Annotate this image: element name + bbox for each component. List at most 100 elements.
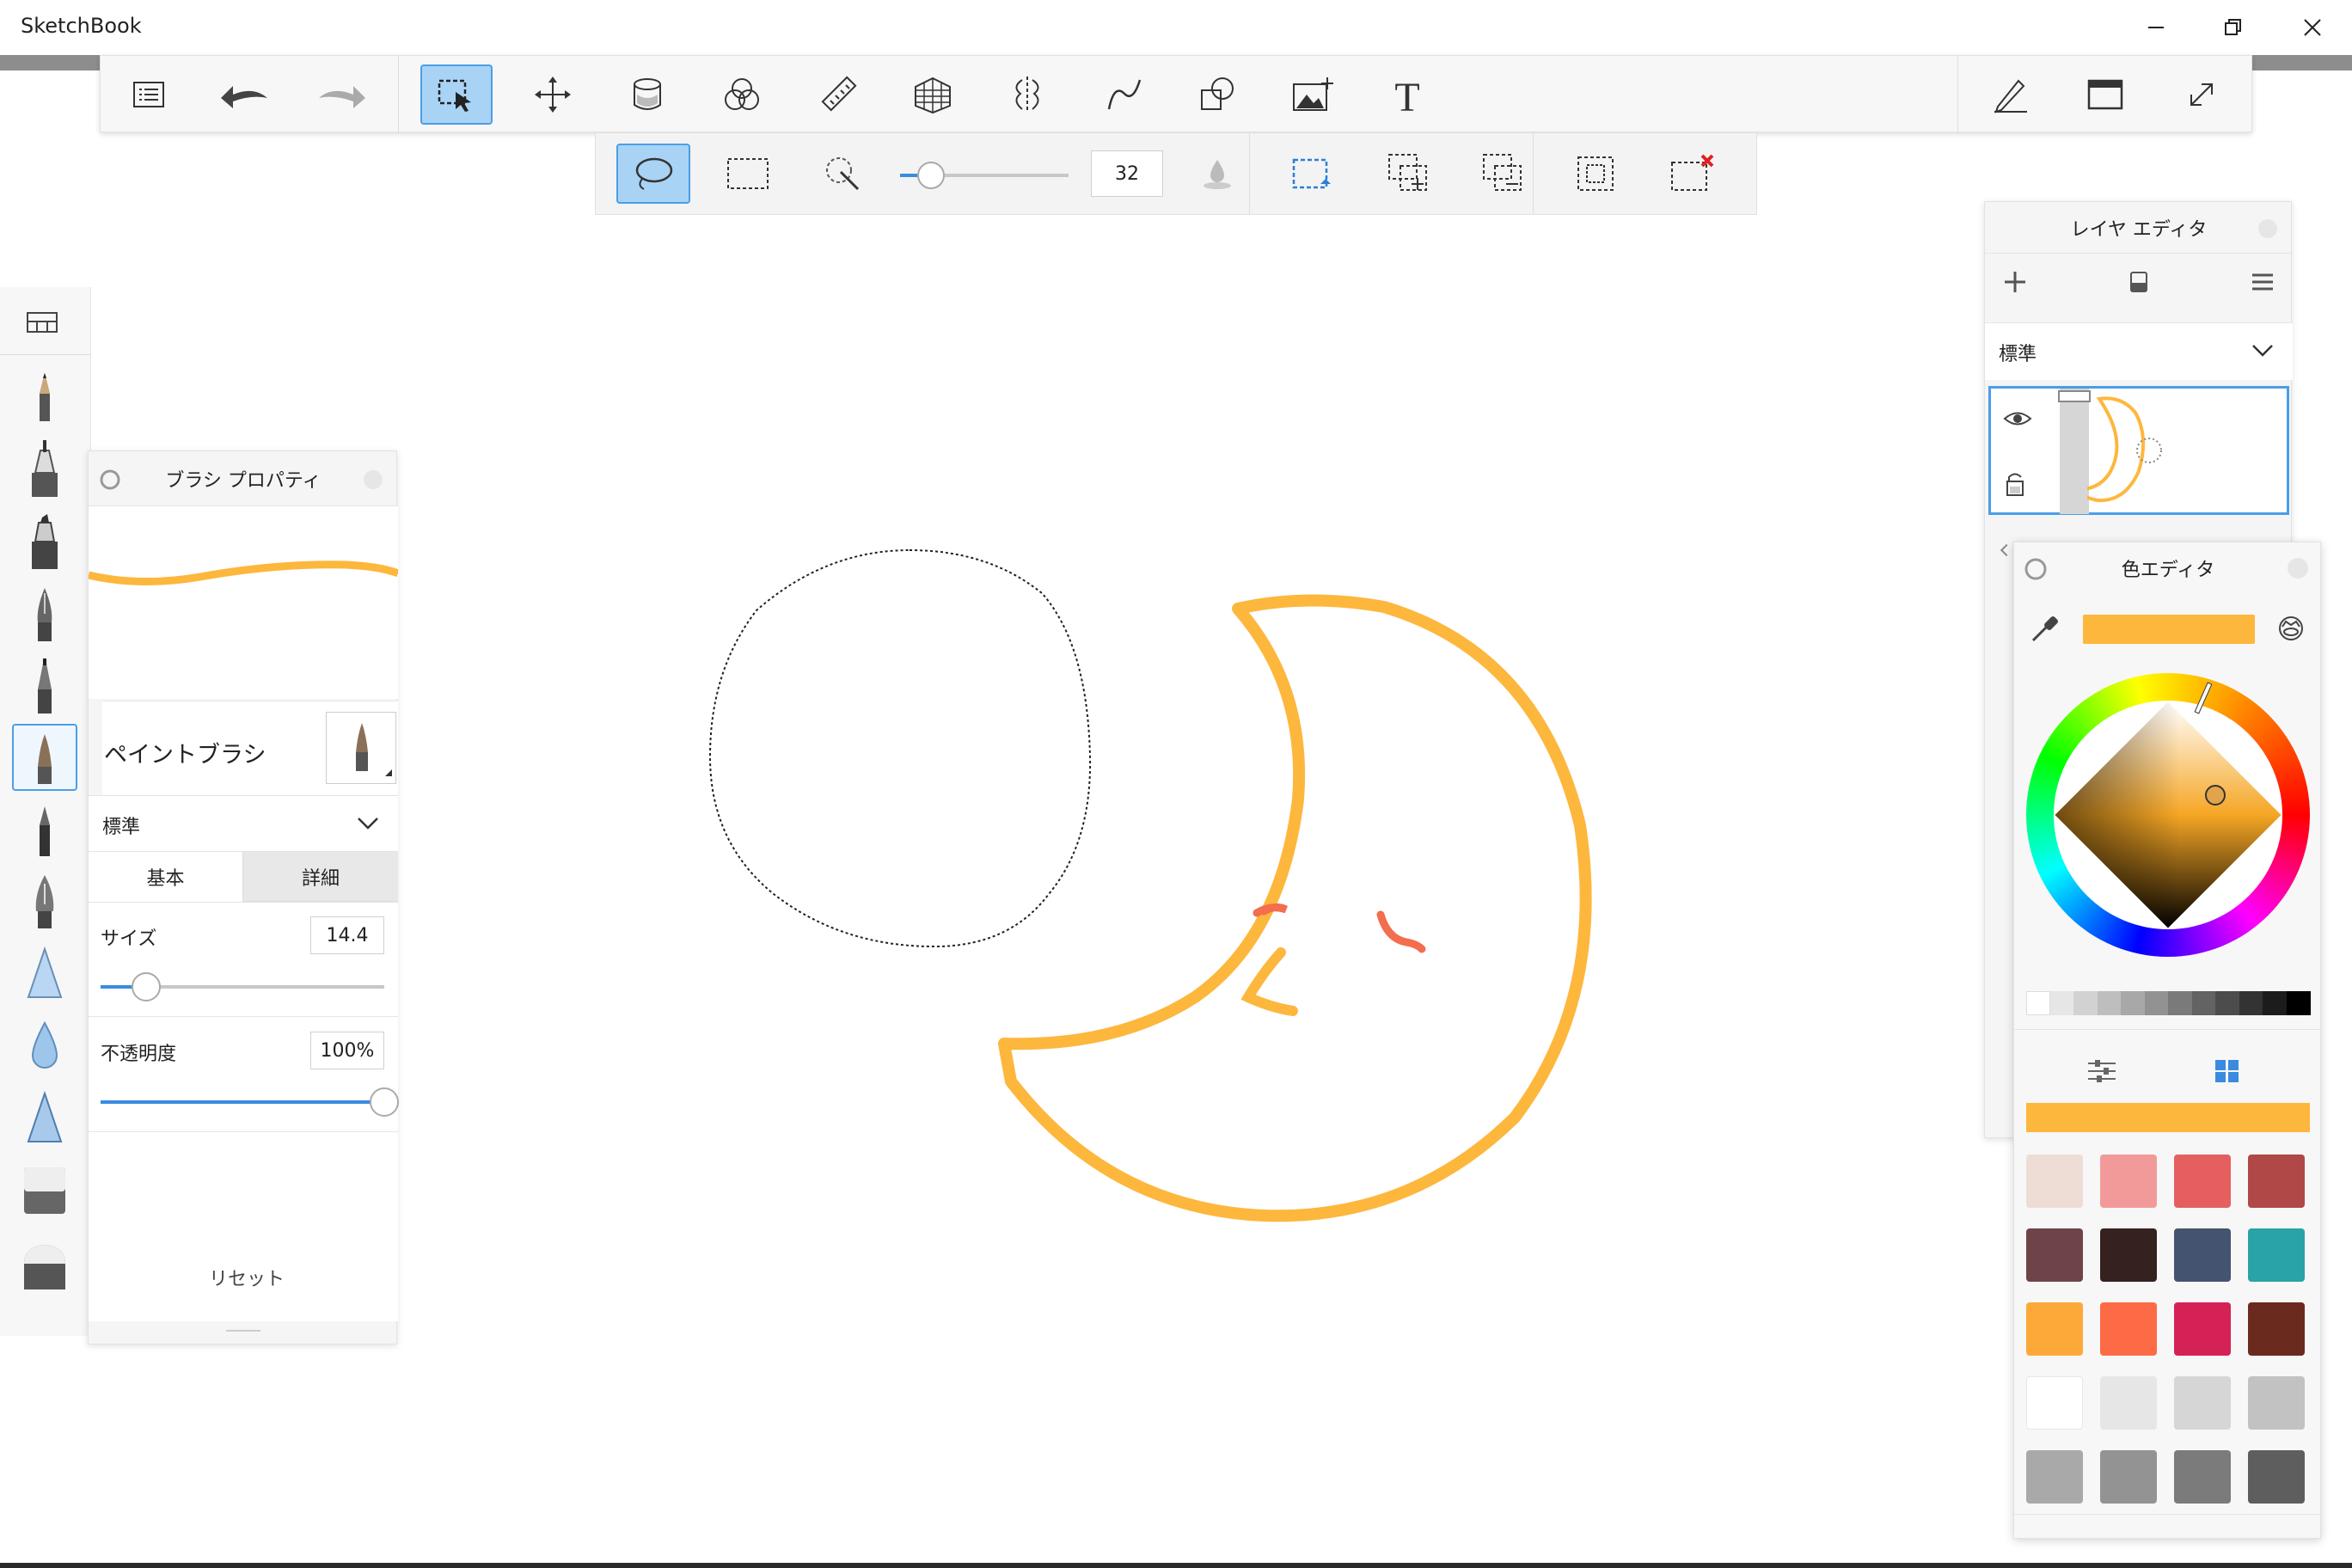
reset-button[interactable]: リセット xyxy=(209,1264,285,1291)
opacity-value-field[interactable]: 100% xyxy=(310,1032,384,1069)
canvas-bottom-border xyxy=(0,1563,2352,1568)
color-swatch[interactable] xyxy=(2100,1450,2157,1504)
hue-wheel[interactable] xyxy=(2026,673,2310,957)
size-value-field[interactable]: 14.4 xyxy=(310,916,384,954)
color-editor-panel: 色エディタ xyxy=(2013,542,2322,1539)
size-label: サイズ xyxy=(101,928,157,950)
swatches-view-icon[interactable] xyxy=(2212,1058,2241,1087)
size-slider-thumb[interactable] xyxy=(131,972,161,1001)
panel-close-icon[interactable] xyxy=(2257,217,2279,245)
gray-swatch[interactable] xyxy=(2239,991,2263,1015)
hard-airbrush-icon[interactable] xyxy=(12,1085,77,1152)
pencil-brush-icon[interactable] xyxy=(12,364,77,432)
gray-swatch[interactable] xyxy=(2215,991,2239,1015)
plus-icon[interactable] xyxy=(2002,269,2028,298)
color-swatch[interactable] xyxy=(2026,1376,2083,1430)
color-swatch[interactable] xyxy=(2248,1302,2305,1356)
ink-pen-icon[interactable] xyxy=(12,579,77,646)
color-swatch[interactable] xyxy=(2026,1228,2083,1282)
layer-merge-icon[interactable] xyxy=(2126,269,2152,298)
gray-swatch[interactable] xyxy=(2286,991,2311,1015)
brush-library-icon[interactable] xyxy=(26,309,60,339)
settings-divider xyxy=(89,1016,398,1017)
opacity-slider-thumb[interactable] xyxy=(370,1087,399,1117)
eyedropper-icon[interactable] xyxy=(2030,613,2061,647)
gray-swatch[interactable] xyxy=(2121,991,2145,1015)
current-color-swatch[interactable] xyxy=(2083,615,2255,644)
color-swatch[interactable] xyxy=(2026,1302,2083,1356)
layer-scroll-arrow[interactable] xyxy=(2000,543,2013,557)
chevron-down-icon xyxy=(2250,340,2275,364)
eye-visibility-icon[interactable] xyxy=(2003,409,2032,432)
color-panel-title: 色エディタ xyxy=(2121,560,2215,581)
color-swatch[interactable] xyxy=(2248,1450,2305,1504)
panel-close-icon[interactable] xyxy=(362,469,384,496)
moon-drawing xyxy=(998,594,1592,1222)
moon-mouth xyxy=(1240,947,1298,1016)
gray-swatch[interactable] xyxy=(2263,991,2287,1015)
panel-pin-icon[interactable] xyxy=(2023,556,2049,587)
water-drop-brush-icon[interactable] xyxy=(12,1013,77,1080)
color-swatch[interactable] xyxy=(2174,1450,2231,1504)
sliders-view-icon[interactable] xyxy=(2086,1058,2117,1087)
selected-color-bar xyxy=(2026,1103,2310,1132)
brush-panel-header: ブラシ プロパティ xyxy=(89,451,398,506)
gray-swatch[interactable] xyxy=(2144,991,2169,1015)
gray-swatch[interactable] xyxy=(2097,991,2122,1015)
color-swatch[interactable] xyxy=(2248,1155,2305,1208)
brush-thumbnail[interactable] xyxy=(326,712,396,784)
calligraphy-pen-icon[interactable] xyxy=(12,868,77,935)
airbrush-icon[interactable] xyxy=(12,940,77,1008)
color-puck-icon[interactable] xyxy=(2275,613,2306,647)
color-swatch[interactable] xyxy=(2100,1376,2157,1430)
layer-row[interactable] xyxy=(1988,386,2289,515)
sv-picker-handle[interactable] xyxy=(2205,785,2226,805)
color-swatch[interactable] xyxy=(2174,1302,2231,1356)
opacity-slider-fill xyxy=(101,1100,384,1104)
gray-swatch[interactable] xyxy=(2168,991,2192,1015)
lock-icon[interactable] xyxy=(2005,471,2025,500)
layer-thumbnail xyxy=(2087,396,2162,503)
layer-blend-dropdown[interactable]: 標準 xyxy=(1985,323,2293,380)
color-swatch[interactable] xyxy=(2174,1228,2231,1282)
brush-name: ペイントブラシ xyxy=(104,742,266,769)
layer-panel-header: レイヤ エディタ xyxy=(1985,202,2293,254)
brush-mode-value: 標準 xyxy=(102,817,141,838)
brush-name-row: ペイントブラシ xyxy=(102,701,398,795)
fine-liner-icon[interactable] xyxy=(12,796,77,863)
panel-pin-icon[interactable] xyxy=(99,469,121,496)
layer-opacity-handle[interactable] xyxy=(2058,390,2091,402)
settings-divider xyxy=(89,1131,398,1132)
panel-close-icon[interactable] xyxy=(2286,556,2310,585)
brush-properties-panel: ブラシ プロパティ ペイントブラシ 標準 基本 詳細 サイズ 14.4 不透明度… xyxy=(87,450,400,1344)
panel-resize-handle[interactable] xyxy=(226,1330,260,1332)
color-swatch[interactable] xyxy=(2248,1376,2305,1430)
color-swatch[interactable] xyxy=(2026,1450,2083,1504)
color-divider xyxy=(2014,1029,2322,1030)
layer-opacity-bar[interactable] xyxy=(2060,389,2089,514)
color-swatch[interactable] xyxy=(2100,1302,2157,1356)
color-swatch[interactable] xyxy=(2174,1376,2231,1430)
marker-brush-icon[interactable] xyxy=(12,507,77,574)
eraser-soft-icon[interactable] xyxy=(12,1157,77,1224)
technical-pen-icon[interactable] xyxy=(12,435,77,502)
tab-basic[interactable]: 基本 xyxy=(89,852,243,902)
gray-swatch[interactable] xyxy=(2026,991,2050,1015)
color-swatch[interactable] xyxy=(2026,1155,2083,1208)
paint-brush-icon[interactable] xyxy=(12,724,77,791)
color-swatch[interactable] xyxy=(2174,1155,2231,1208)
color-swatch[interactable] xyxy=(2100,1155,2157,1208)
stroke-preview xyxy=(87,506,400,699)
gray-swatch[interactable] xyxy=(2049,991,2074,1015)
preview-stroke xyxy=(87,560,400,585)
color-swatch[interactable] xyxy=(2100,1228,2157,1282)
tab-detail[interactable]: 詳細 xyxy=(243,852,398,902)
gray-swatch[interactable] xyxy=(2191,991,2216,1015)
brush-mode-dropdown[interactable]: 標準 xyxy=(89,795,398,852)
ballpoint-pen-icon[interactable] xyxy=(12,652,77,719)
hamburger-menu-icon[interactable] xyxy=(2250,269,2275,298)
gray-swatch[interactable] xyxy=(2073,991,2098,1015)
eraser-hard-icon[interactable] xyxy=(12,1233,77,1300)
color-swatch[interactable] xyxy=(2248,1228,2305,1282)
moon-eye-right xyxy=(1376,910,1426,953)
